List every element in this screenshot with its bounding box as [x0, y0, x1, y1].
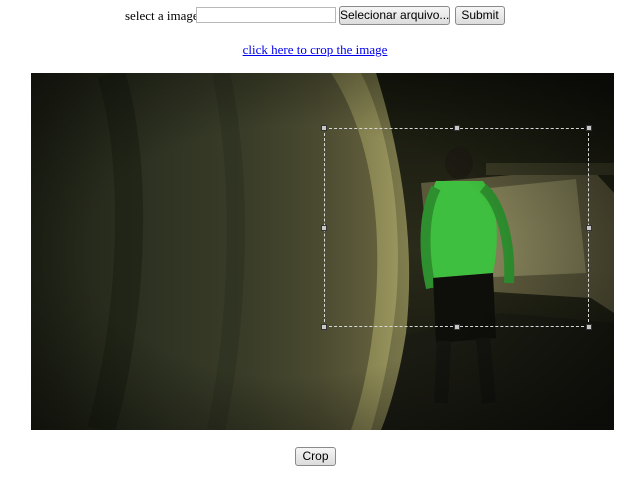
browse-file-button[interactable]: Selecionar arquivo...	[339, 6, 450, 25]
submit-button[interactable]: Submit	[455, 6, 505, 25]
crop-image-link[interactable]: click here to crop the image	[0, 42, 630, 58]
file-path-field[interactable]	[196, 7, 336, 23]
crop-handle-top[interactable]	[454, 125, 460, 131]
upload-label: select a image	[125, 8, 199, 23]
crop-selection[interactable]	[321, 125, 592, 330]
crop-handle-left[interactable]	[321, 225, 327, 231]
uploaded-image[interactable]	[31, 73, 614, 430]
crop-handle-bottom[interactable]	[454, 324, 460, 330]
crop-handle-bottom-right[interactable]	[586, 324, 592, 330]
crop-handle-right[interactable]	[586, 225, 592, 231]
crop-handle-top-left[interactable]	[321, 125, 327, 131]
crop-handle-top-right[interactable]	[586, 125, 592, 131]
page: select a image Selecionar arquivo... Sub…	[0, 0, 640, 480]
upload-form: select a image Selecionar arquivo... Sub…	[0, 6, 640, 26]
crop-button[interactable]: Crop	[295, 447, 336, 466]
crop-handle-bottom-left[interactable]	[321, 324, 327, 330]
